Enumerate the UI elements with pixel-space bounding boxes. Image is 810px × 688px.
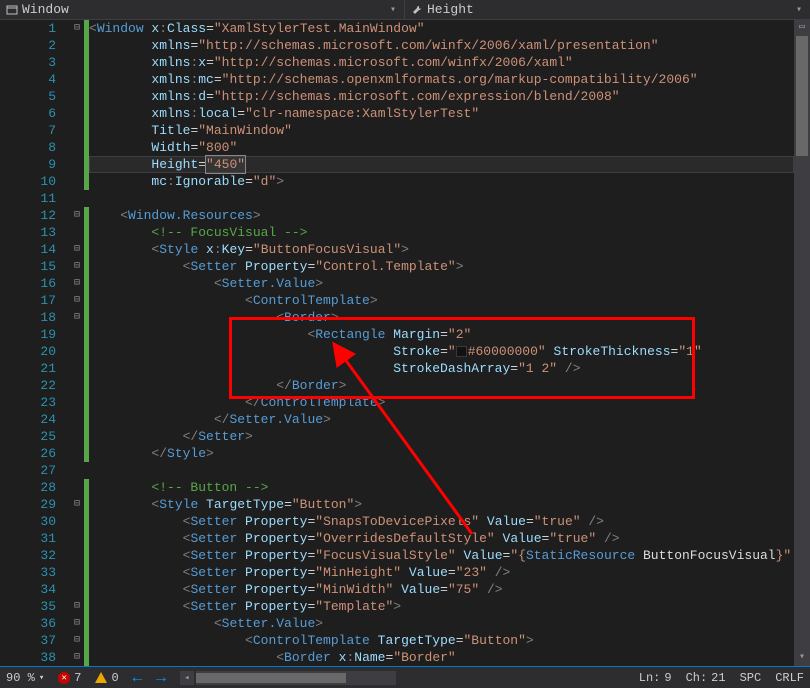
error-icon: ✕ (58, 672, 70, 684)
cursor-line[interactable]: Ln: 9 (639, 671, 672, 685)
chevron-down-icon[interactable]: ▾ (796, 4, 804, 16)
breadcrumb-scope[interactable]: Window ▾ (0, 0, 405, 19)
line-number-gutter: 1234567891011121314151617181920212223242… (0, 20, 70, 666)
indent-mode[interactable]: SPC (740, 671, 762, 685)
h-scrollbar-thumb[interactable] (196, 673, 346, 683)
vertical-scrollbar[interactable]: ▭ ▴ ▾ (794, 20, 810, 666)
status-bar: 90 % ▾ ✕ 7 0 ← → ◂ Ln: 9 Ch: 21 SPC CRLF (0, 666, 810, 688)
chevron-down-icon[interactable]: ▾ (390, 4, 398, 16)
scrollbar-thumb[interactable] (796, 36, 808, 156)
code-area[interactable]: <Window x:Class="XamlStylerTest.MainWind… (89, 20, 794, 666)
warning-count[interactable]: 0 (95, 671, 118, 685)
breadcrumb-toolbar: Window ▾ Height ▾ (0, 0, 810, 20)
nav-forward-button[interactable]: → (156, 669, 166, 687)
cursor-char[interactable]: Ch: 21 (686, 671, 726, 685)
zoom-level[interactable]: 90 % ▾ (6, 671, 44, 685)
wrench-icon (411, 4, 423, 16)
scroll-left-button[interactable]: ◂ (180, 671, 194, 685)
nav-back-button[interactable]: ← (133, 669, 143, 687)
color-swatch (456, 346, 467, 357)
window-icon (6, 4, 18, 16)
line-ending[interactable]: CRLF (775, 671, 804, 685)
current-line: Height="450" (89, 156, 794, 173)
breadcrumb-member[interactable]: Height ▾ (405, 0, 810, 19)
horizontal-scrollbar[interactable]: ◂ (180, 671, 396, 685)
error-count[interactable]: ✕ 7 (58, 671, 81, 685)
fold-gutter[interactable]: ⊟⊟⊟⊟⊟⊟⊟⊟⊟⊟⊟⊟ (70, 20, 84, 666)
breadcrumb-member-label: Height (427, 2, 474, 17)
scroll-down-button[interactable]: ▾ (794, 650, 810, 666)
split-icon[interactable]: ▭ (794, 20, 810, 36)
code-editor[interactable]: 1234567891011121314151617181920212223242… (0, 20, 810, 666)
breadcrumb-scope-label: Window (22, 2, 69, 17)
warning-icon (95, 672, 107, 683)
